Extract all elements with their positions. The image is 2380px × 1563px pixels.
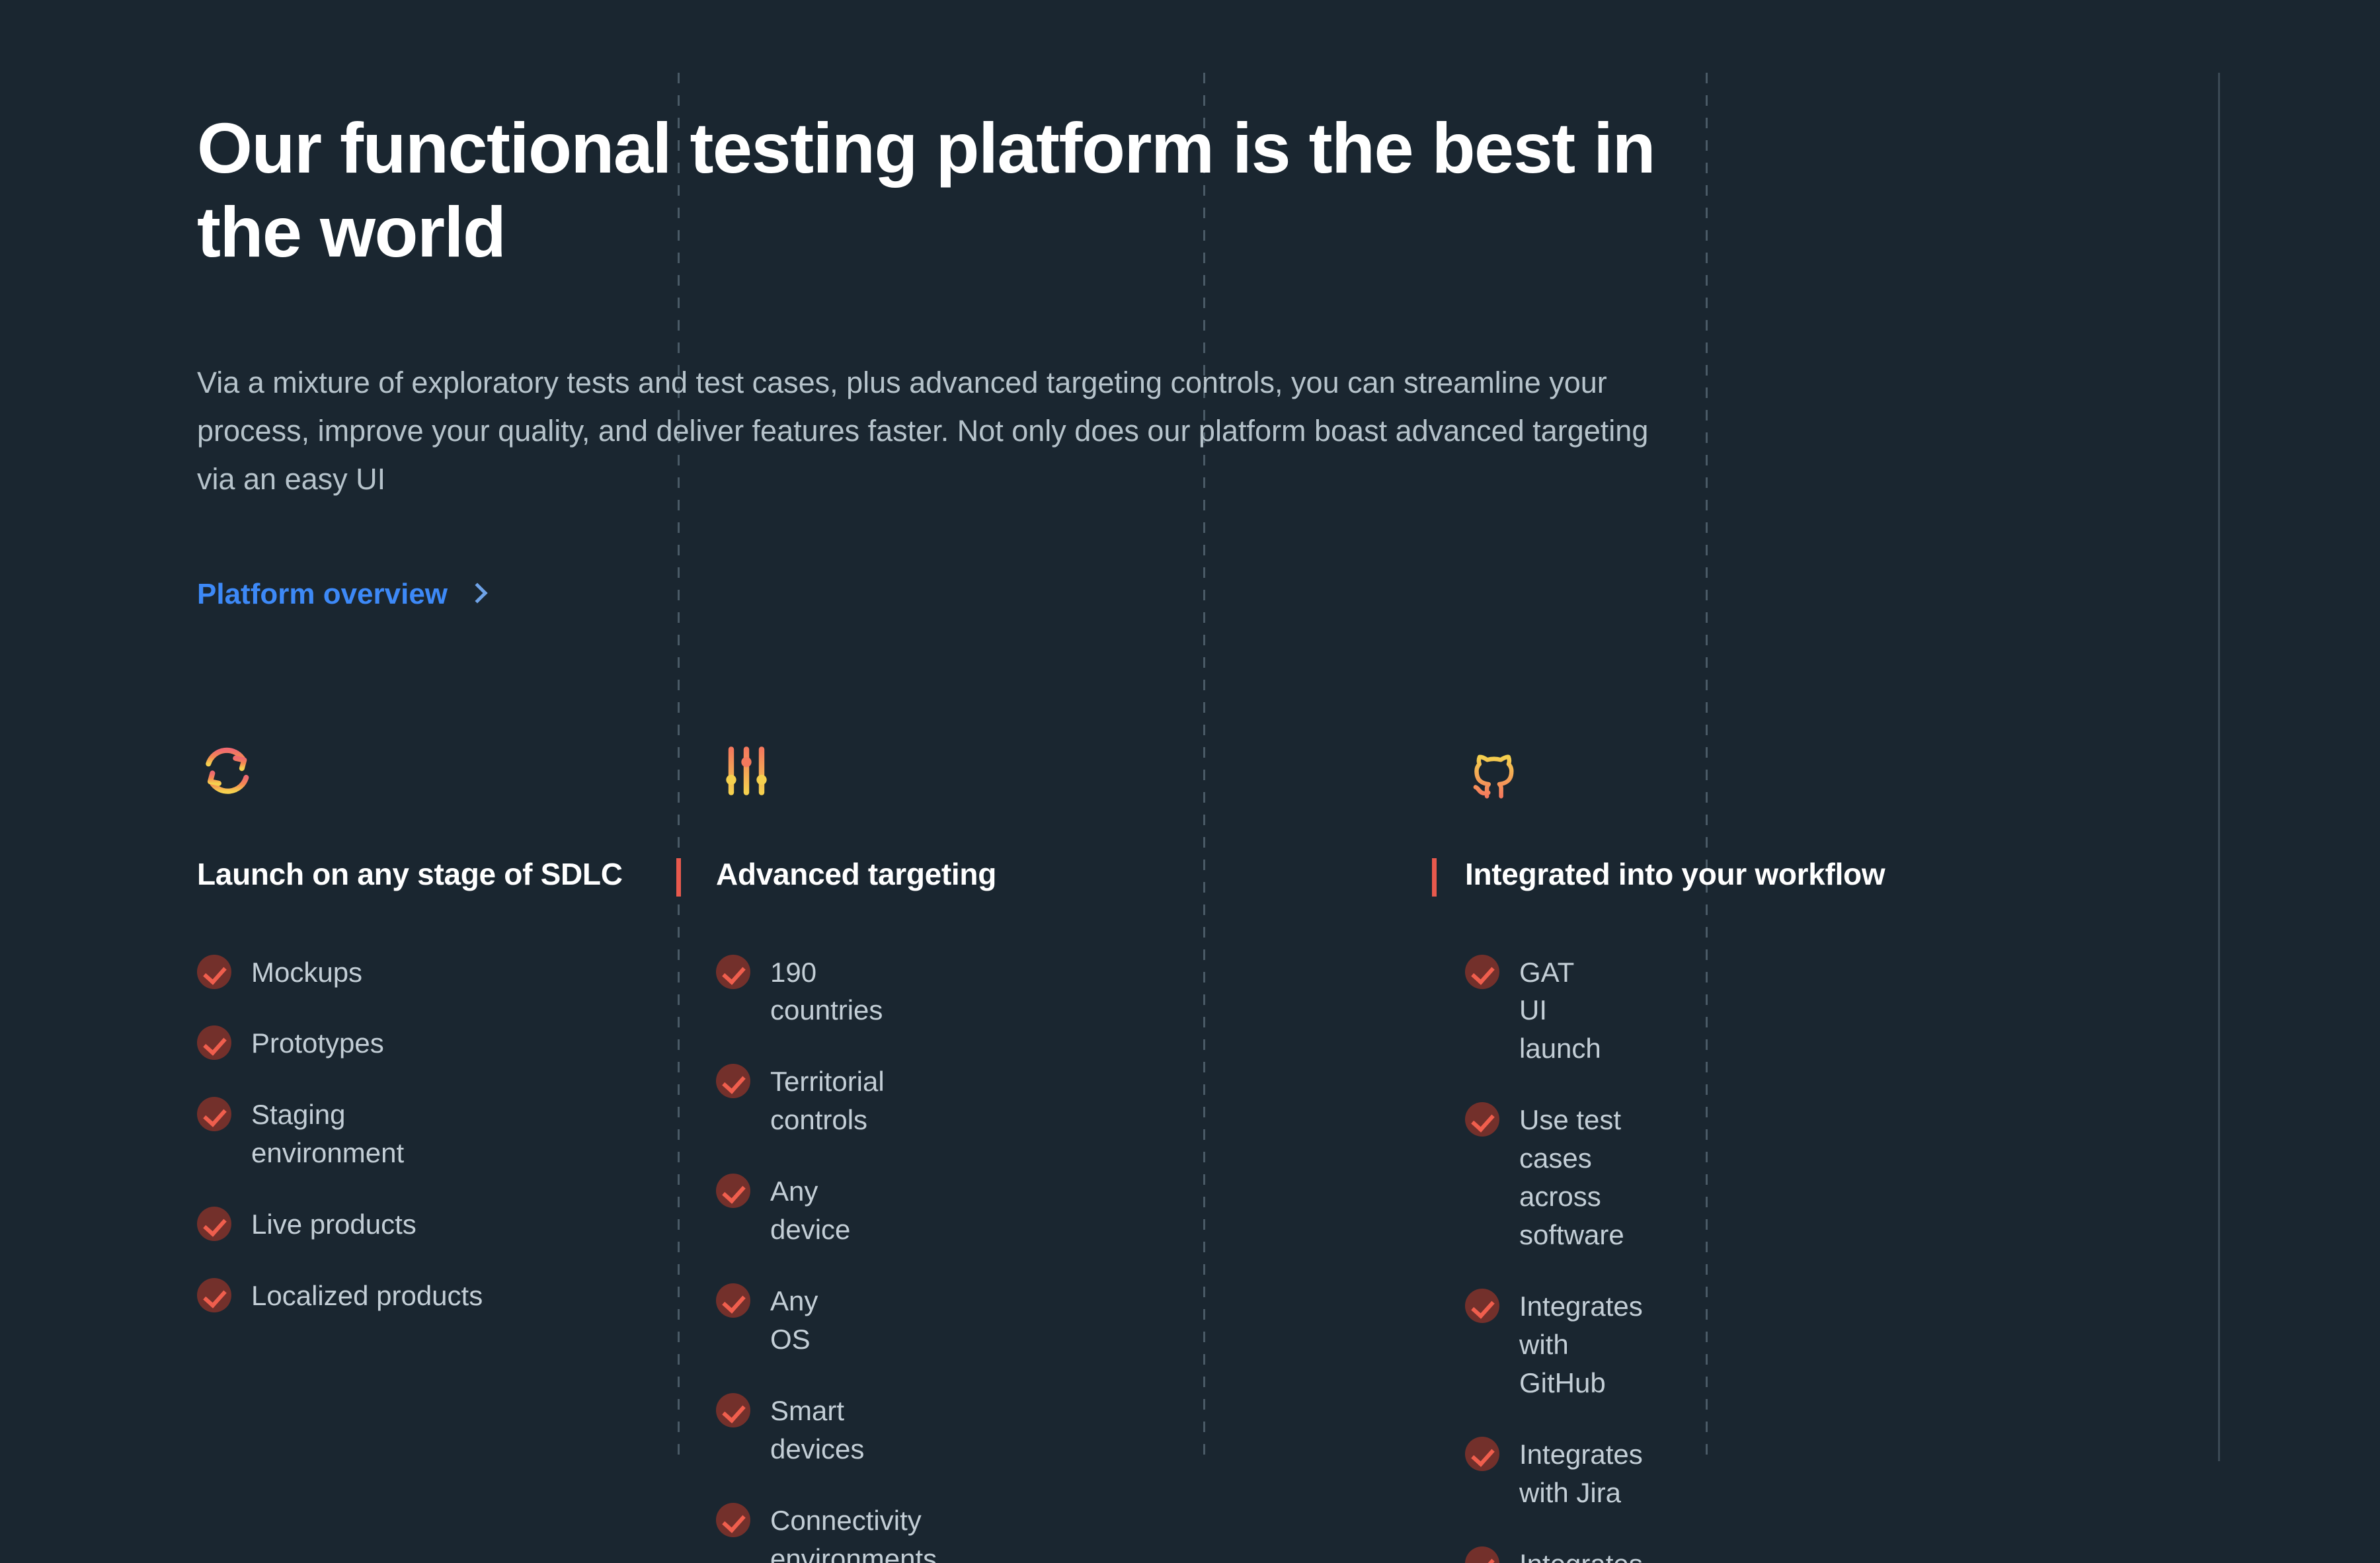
hero-paragraph: Via a mixture of exploratory tests and t…: [197, 359, 1671, 504]
page-title: Our functional testing platform is the b…: [197, 106, 1671, 274]
page-root: Our functional testing platform is the b…: [0, 0, 2380, 1563]
platform-overview-label: Platform overview: [197, 578, 448, 611]
feature-column-bug-reports: Detailed bug reports Full environment de…: [1002, 741, 2380, 1563]
chevron-right-icon: [467, 582, 487, 603]
hero-section: Our functional testing platform is the b…: [197, 106, 1671, 611]
feature-columns: Launch on any stage of SDLC Mockups Prot…: [0, 741, 2380, 1563]
platform-overview-link[interactable]: Platform overview: [197, 578, 485, 611]
